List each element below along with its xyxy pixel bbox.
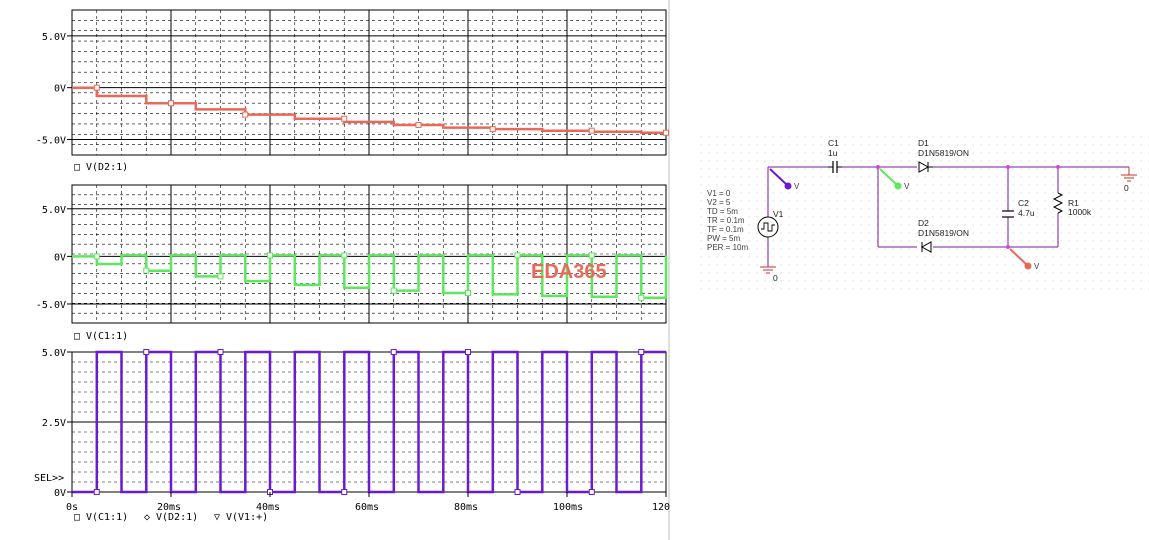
voltage-probe-icon[interactable]: V: [1009, 248, 1040, 271]
data-point: [390, 349, 397, 355]
data-point: [638, 294, 645, 301]
data-point: [588, 252, 595, 259]
voltage-probe-icon[interactable]: V: [879, 168, 910, 191]
v1-ref: V1: [773, 209, 784, 219]
x-tick-label: 120ms: [652, 502, 670, 513]
v1-param: TD = 5m: [707, 207, 738, 216]
data-point: [93, 84, 100, 91]
data-point: [514, 489, 521, 495]
data-point: [638, 349, 645, 355]
y-tick-label: 5.0V: [42, 348, 66, 359]
data-point: [242, 111, 249, 118]
legend-label[interactable]: V(V1:+): [226, 512, 268, 523]
c1-ref: C1: [828, 138, 839, 148]
data-point: [514, 252, 521, 259]
sel-marker: SEL>>: [34, 473, 64, 484]
voltage-probe-icon[interactable]: V: [769, 168, 800, 191]
data-point: [588, 489, 595, 495]
legend-marker-icon: □: [74, 162, 80, 173]
x-tick-label: 60ms: [355, 502, 379, 513]
y-tick-label: -5.0V: [36, 300, 66, 311]
y-tick-label: 5.0V: [42, 205, 66, 216]
y-tick-label: 0V: [54, 488, 66, 499]
c2-ref: C2: [1018, 198, 1029, 208]
data-point: [390, 287, 397, 294]
data-point: [168, 100, 174, 107]
y-tick-label: 0V: [54, 252, 66, 263]
circuit-schematic[interactable]: C1 1u D1 D1N5819/ON D2 D1N5819/ON C2 4.7…: [697, 133, 1149, 295]
waveform-plot-area[interactable]: 5.0V 0V -5.0V □ V(D2:1) 5.0V 0V -5.0V □ V(C1:1) …: [0, 0, 670, 540]
data-point: [341, 489, 348, 495]
probe-label: V: [794, 182, 800, 191]
data-point: [217, 273, 224, 280]
data-point: [663, 129, 669, 136]
legend-label[interactable]: V(D2:1): [86, 162, 128, 173]
data-point: [489, 126, 496, 133]
legend-label[interactable]: V(C1:1): [86, 512, 128, 523]
data-point: [588, 127, 595, 134]
y-tick-label: 2.5V: [42, 418, 66, 429]
capacitor-c1[interactable]: C1 1u: [828, 138, 842, 173]
data-point: [217, 349, 224, 355]
data-point: [143, 349, 150, 355]
x-tick-label: 80ms: [454, 502, 478, 513]
watermark-text: EDA365: [531, 261, 607, 283]
c1-value: 1u: [828, 148, 838, 158]
probe-label: V: [904, 182, 910, 191]
data-point: [93, 253, 100, 260]
capacitor-c2[interactable]: C2 4.7u: [1002, 198, 1035, 218]
data-point: [143, 267, 150, 274]
legend-label[interactable]: V(C1:1): [86, 331, 128, 342]
legend-marker-icon: ◇: [144, 512, 150, 523]
waveform-plot-svg: 5.0V0V-5.0V□ V(D2:1) 5.0V0V-5.0V□ V(C1:1) …: [34, 0, 670, 540]
ground-label-right: 0: [1124, 183, 1129, 193]
data-point: [93, 489, 100, 495]
legend-marker-icon: □: [74, 331, 80, 342]
data-point: [465, 349, 471, 355]
probe-label: V: [1034, 262, 1040, 271]
schematic-svg: C1 1u D1 D1N5819/ON D2 D1N5819/ON C2 4.7…: [707, 138, 1137, 283]
y-tick-label: -5.0V: [36, 135, 66, 146]
d1-value: D1N5819/ON: [918, 148, 969, 158]
d2-value: D1N5819/ON: [918, 228, 969, 238]
plot-panel-v1[interactable]: 5.0V2.5V0V0s20ms40ms60ms80ms100ms120ms□V…: [42, 348, 670, 523]
d2-ref: D2: [918, 218, 929, 228]
data-point: [341, 252, 348, 259]
d1-ref: D1: [918, 138, 929, 148]
v1-param: V2 = 5: [707, 198, 731, 207]
resistor-r1[interactable]: R1 1000k: [1052, 192, 1092, 217]
r1-value: 1000k: [1068, 207, 1092, 217]
data-point: [415, 121, 422, 128]
data-point: [465, 290, 471, 297]
data-point: [341, 115, 348, 122]
y-tick-label: 0V: [54, 84, 66, 95]
legend-marker-icon: ▽: [214, 512, 220, 523]
legend-label[interactable]: V(D2:1): [156, 512, 198, 523]
voltage-source-v1[interactable]: V1 V1 = 0 V2 = 5 TD = 5m TR = 0.1m TF = …: [707, 189, 784, 252]
x-tick-label: 100ms: [553, 502, 583, 513]
v1-param: PW = 5m: [707, 234, 740, 243]
v1-param: V1 = 0: [707, 189, 731, 198]
ground-icon: [1121, 167, 1137, 182]
ground-label-left: 0: [773, 273, 778, 283]
v1-param: TF = 0.1m: [707, 225, 744, 234]
data-point: [267, 252, 273, 259]
y-tick-label: 5.0V: [42, 32, 66, 43]
v1-param: PER = 10m: [707, 243, 748, 252]
plot-panel-d2[interactable]: 5.0V 0V -5.0V □ V(D2:1): [36, 9, 669, 173]
legend-marker-icon: □: [74, 512, 80, 523]
c2-value: 4.7u: [1018, 208, 1035, 218]
v1-param: TR = 0.1m: [707, 216, 745, 225]
